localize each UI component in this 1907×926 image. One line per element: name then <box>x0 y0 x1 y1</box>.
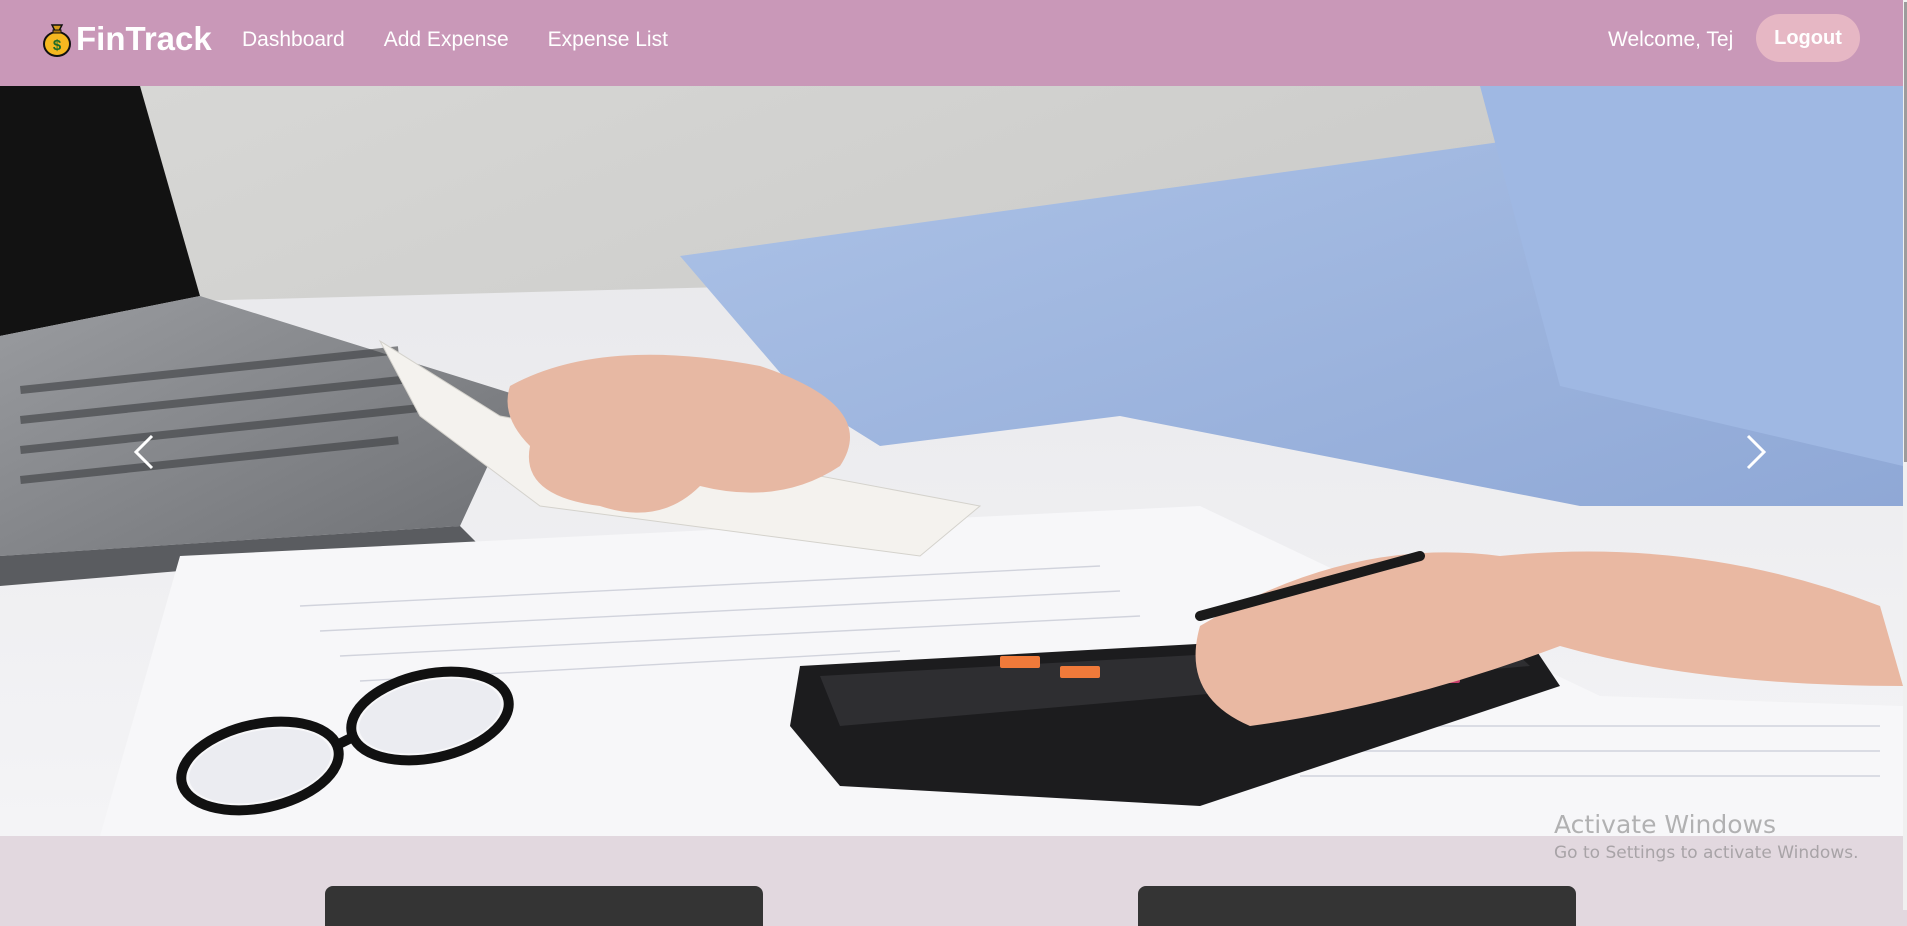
nav-link-dashboard[interactable]: Dashboard <box>242 28 345 52</box>
windows-activation-watermark: Activate Windows Go to Settings to activ… <box>1554 810 1859 863</box>
hero-carousel <box>0 86 1903 836</box>
summary-card-right <box>1138 886 1576 926</box>
carousel-next-button[interactable] <box>1744 432 1768 472</box>
brand-name: FinTrack <box>76 20 212 57</box>
summary-card-left <box>325 886 763 926</box>
chevron-right-icon <box>1746 434 1767 470</box>
brand-logo[interactable]: $ FinTrack <box>42 20 212 58</box>
top-navbar: $ FinTrack Dashboard Add Expense Expense… <box>0 0 1903 86</box>
nav-link-add-expense[interactable]: Add Expense <box>384 28 509 52</box>
carousel-prev-button[interactable] <box>132 432 156 472</box>
hero-image <box>0 86 1903 836</box>
nav-links: Dashboard Add Expense Expense List <box>242 28 707 52</box>
chevron-left-icon <box>133 434 154 470</box>
watermark-subtitle: Go to Settings to activate Windows. <box>1554 843 1859 863</box>
logout-button[interactable]: Logout <box>1756 14 1860 62</box>
nav-link-expense-list[interactable]: Expense List <box>548 28 668 52</box>
watermark-title: Activate Windows <box>1554 810 1776 839</box>
page-scrollbar[interactable] <box>1903 0 1907 910</box>
welcome-text: Welcome, Tej <box>1608 28 1734 51</box>
svg-text:$: $ <box>53 37 62 54</box>
money-bag-icon: $ <box>43 24 71 57</box>
